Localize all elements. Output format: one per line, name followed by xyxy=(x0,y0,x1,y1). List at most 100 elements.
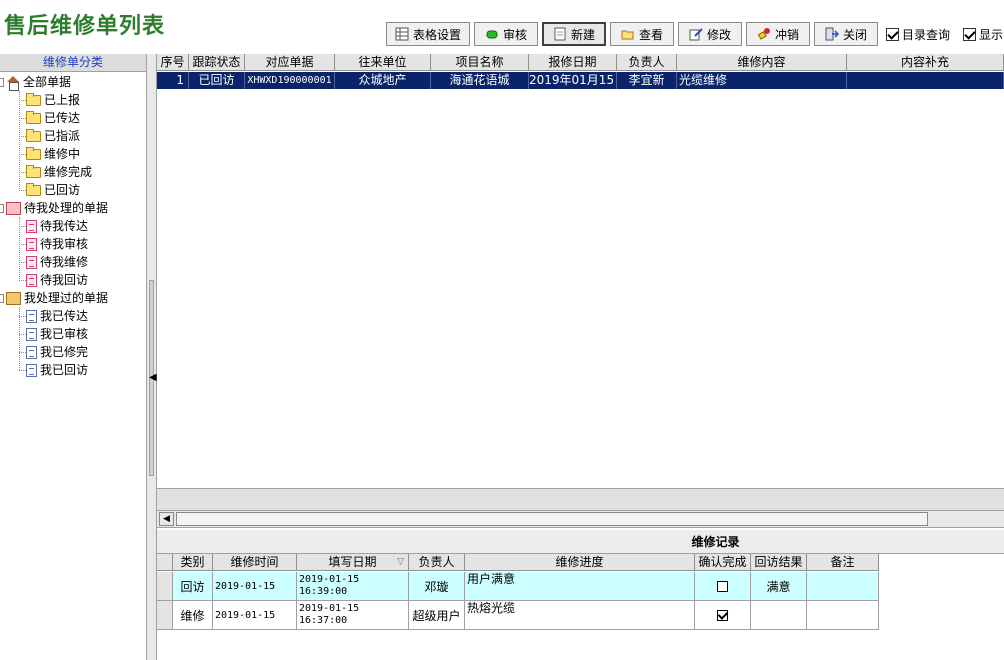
exit-icon xyxy=(825,27,840,41)
tree-item-repaired[interactable]: 维修完成 xyxy=(26,163,92,181)
cell-content: 光缆维修 xyxy=(677,72,847,89)
column-header[interactable]: 维修时间 xyxy=(213,554,297,571)
display-label: 显示 xyxy=(979,28,1004,42)
tree-group-label: 全部单据 xyxy=(23,75,72,89)
cell-progress: 热熔光缆 xyxy=(465,601,695,630)
tree-item-to-revisit[interactable]: 待我回访 xyxy=(26,271,88,289)
display-checkbox[interactable]: 显示 xyxy=(963,26,1003,43)
tree-item-label: 已传达 xyxy=(44,111,81,125)
directory-query-checkbox[interactable]: 目录查询 xyxy=(886,26,950,43)
checkbox-unchecked-icon[interactable] xyxy=(717,580,728,592)
new-doc-icon xyxy=(553,27,567,41)
tree-item-to-audit[interactable]: 待我审核 xyxy=(26,235,88,253)
reverse-button[interactable]: 冲销 xyxy=(746,22,810,46)
scrollbar-thumb[interactable] xyxy=(176,512,928,526)
tree-item-repaired-by-me[interactable]: 我已修完 xyxy=(26,343,88,361)
tree-item-repairing[interactable]: 维修中 xyxy=(26,145,80,163)
column-header[interactable]: 项目名称 xyxy=(431,54,529,71)
tree-expander[interactable] xyxy=(0,78,4,87)
tree-item-label: 我已传达 xyxy=(40,309,89,323)
cell-supplement xyxy=(847,72,1004,89)
tree-group-handled[interactable]: 我处理过的单据 xyxy=(6,289,108,307)
tree-header: 维修单分类 xyxy=(0,54,146,72)
tree-item-label: 已上报 xyxy=(44,93,81,107)
tree-item-label: 已指派 xyxy=(44,129,81,143)
checkbox-checked-icon[interactable] xyxy=(717,609,728,621)
column-header[interactable]: 维修进度 xyxy=(465,554,695,571)
tree-item-label: 维修完成 xyxy=(44,165,93,179)
collapse-left-icon[interactable]: ◀ xyxy=(149,372,157,383)
column-header[interactable]: 往来单位 xyxy=(335,54,431,71)
records-title: 维修记录 xyxy=(157,530,1004,554)
new-button[interactable]: 新建 xyxy=(542,22,606,46)
table-settings-button[interactable]: 表格设置 xyxy=(386,22,470,46)
tree-item-audited-by-me[interactable]: 我已审核 xyxy=(26,325,88,343)
column-header[interactable]: 对应单据 xyxy=(245,54,335,71)
column-header[interactable]: 序号 xyxy=(157,54,189,71)
view-button[interactable]: 查看 xyxy=(610,22,674,46)
open-folder-icon xyxy=(621,27,635,41)
fill-date-clock: 16:39:00 xyxy=(299,586,348,597)
fill-date-clock: 16:37:00 xyxy=(299,615,348,626)
tree-item-conveyed[interactable]: 已传达 xyxy=(26,109,80,127)
tree-item-label: 我已审核 xyxy=(40,327,89,341)
close-button[interactable]: 关闭 xyxy=(814,22,878,46)
edit-button[interactable]: 修改 xyxy=(678,22,742,46)
cell-visit-result xyxy=(751,601,807,630)
tree-item-conveyed-by-me[interactable]: 我已传达 xyxy=(26,307,88,325)
column-header[interactable]: 负责人 xyxy=(409,554,465,571)
column-header[interactable]: 跟踪状态 xyxy=(189,54,245,71)
category-tree-panel: 维修单分类 全部单据 已上报 已传达 已指派 维修中 维修完成 已回访 待我处理… xyxy=(0,54,147,660)
column-header[interactable]: 备注 xyxy=(807,554,879,571)
pink-doc-icon xyxy=(26,219,37,233)
row-indicator-header xyxy=(157,554,173,571)
cell-progress: 用户满意 xyxy=(465,572,695,601)
audit-label: 审核 xyxy=(502,27,527,42)
panel-splitter[interactable]: ◀ xyxy=(147,54,157,660)
edit-icon xyxy=(689,27,703,41)
tree-item-revisited[interactable]: 已回访 xyxy=(26,181,80,199)
cell-confirmed[interactable] xyxy=(695,601,751,630)
tree-item-to-repair[interactable]: 待我维修 xyxy=(26,253,88,271)
tree-expander[interactable] xyxy=(0,294,4,303)
doc-icon xyxy=(26,345,37,359)
folder-icon xyxy=(26,182,41,196)
pink-doc-icon xyxy=(26,237,37,251)
cell-date: 2019年01月15日 xyxy=(529,72,617,89)
cell-type: 维修 xyxy=(173,601,213,630)
column-header[interactable]: 回访结果 xyxy=(751,554,807,571)
home-icon xyxy=(6,75,20,91)
row-indicator xyxy=(157,601,173,630)
tree-item-revisited-by-me[interactable]: 我已回访 xyxy=(26,361,88,379)
horizontal-scrollbar[interactable]: ◀ xyxy=(157,510,1004,528)
column-header[interactable]: 填写日期 ▽ xyxy=(297,554,409,571)
doc-icon xyxy=(26,363,37,377)
folder-icon xyxy=(26,128,41,142)
cell-visit-result: 满意 xyxy=(751,572,807,601)
cell-confirmed[interactable] xyxy=(695,572,751,601)
records-grid: 类别 维修时间 填写日期 ▽ 负责人 维修进度 确认完成 回访结果 备注 回访 … xyxy=(157,554,1004,660)
tree-item-reported[interactable]: 已上报 xyxy=(26,91,80,109)
folder-icon xyxy=(26,164,41,178)
column-header[interactable]: 确认完成 xyxy=(695,554,751,571)
tree-item-to-convey[interactable]: 待我传达 xyxy=(26,217,88,235)
audit-button[interactable]: 审核 xyxy=(474,22,538,46)
column-header[interactable]: 类别 xyxy=(173,554,213,571)
tree-group-all[interactable]: 全部单据 xyxy=(6,73,71,91)
tree-item-label: 我已回访 xyxy=(40,363,89,377)
checkbox-checked-icon xyxy=(886,28,899,41)
tree-group-pending[interactable]: 待我处理的单据 xyxy=(6,199,108,217)
tree-group-label: 我处理过的单据 xyxy=(24,291,109,305)
new-label: 新建 xyxy=(570,27,595,42)
sort-desc-icon: ▽ xyxy=(397,557,404,567)
cell-fill-date: 2019-01-15 16:39:00 xyxy=(297,572,409,601)
tree-expander[interactable] xyxy=(0,204,4,213)
column-header[interactable]: 报修日期 xyxy=(529,54,617,71)
tree-item-assigned[interactable]: 已指派 xyxy=(26,127,80,145)
column-header[interactable]: 维修内容 xyxy=(677,54,847,71)
column-header[interactable]: 负责人 xyxy=(617,54,677,71)
column-header[interactable]: 内容补充 xyxy=(847,54,1004,71)
cell-status: 已回访 xyxy=(189,72,245,89)
tree-group-label: 待我处理的单据 xyxy=(24,201,109,215)
scroll-left-icon[interactable]: ◀ xyxy=(159,512,174,526)
